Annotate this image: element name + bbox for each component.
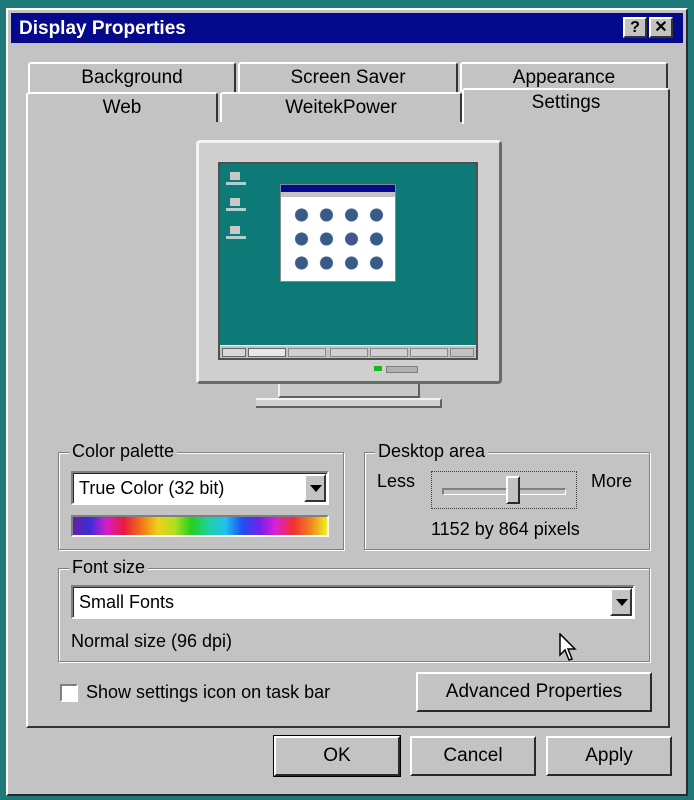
slider-track (442, 488, 566, 495)
preview-taskbar-item (330, 348, 368, 357)
preview-window-titlebar (281, 185, 395, 192)
desktop-area-group: Desktop area Less More 1152 by 864 pixel… (364, 441, 650, 550)
advanced-properties-button[interactable]: Advanced Properties (416, 672, 652, 712)
resolution-text: 1152 by 864 pixels (431, 519, 580, 539)
preview-taskbar-item (288, 348, 326, 357)
preview-taskbar-item (410, 348, 448, 357)
font-size-dropdown[interactable]: Small Fonts (71, 585, 635, 619)
resolution-slider[interactable] (431, 471, 577, 509)
monitor-preview (196, 140, 508, 408)
color-palette-dropdown[interactable]: True Color (32 bit) (71, 471, 329, 505)
monitor-base (256, 398, 442, 408)
tab-settings[interactable]: Settings (462, 88, 670, 124)
window-title: Display Properties (19, 18, 186, 39)
title-bar[interactable]: Display Properties ? ✕ (11, 13, 683, 43)
preview-clock (450, 348, 474, 357)
color-palette-value: True Color (32 bit) (79, 478, 225, 498)
desktop-icon (230, 198, 240, 206)
monitor-button (386, 366, 418, 373)
ok-button[interactable]: OK (273, 735, 401, 777)
desktop-icon-label (226, 236, 246, 239)
tab-weitekpower[interactable]: WeitekPower (220, 92, 462, 122)
cancel-button[interactable]: Cancel (410, 736, 536, 776)
slider-thumb[interactable] (505, 476, 520, 504)
monitor-screen (218, 162, 478, 360)
font-size-description: Normal size (96 dpi) (71, 631, 233, 651)
preview-window-icons (289, 203, 389, 275)
help-button[interactable]: ? (623, 17, 647, 38)
desktop-icon (230, 172, 240, 180)
less-label: Less (377, 471, 416, 491)
tab-background[interactable]: Background (28, 62, 236, 92)
font-size-label: Font size (69, 557, 149, 578)
font-size-group: Font size Small Fonts Normal size (96 dp… (58, 557, 650, 662)
close-button[interactable]: ✕ (649, 17, 673, 38)
desktop-icon (230, 226, 240, 234)
settings-panel: Color palette True Color (32 bit) Deskto… (26, 122, 670, 728)
apply-button[interactable]: Apply (546, 736, 672, 776)
preview-window (280, 184, 396, 282)
more-label: More (591, 471, 633, 491)
font-size-value: Small Fonts (79, 592, 175, 612)
preview-start-button (222, 348, 246, 357)
color-palette-group: Color palette True Color (32 bit) (58, 441, 344, 550)
monitor-neck (278, 384, 420, 398)
color-palette-label: Color palette (69, 441, 178, 462)
tab-screen-saver[interactable]: Screen Saver (238, 62, 458, 92)
desktop-icon-label (226, 208, 246, 211)
display-properties-window: Display Properties ? ✕ Background Screen… (6, 8, 688, 796)
chevron-down-icon[interactable] (610, 588, 632, 616)
power-led-icon (374, 366, 382, 371)
preview-taskbar-item (248, 348, 286, 357)
desktop-icon-label (226, 182, 246, 185)
chevron-down-icon[interactable] (304, 474, 326, 502)
preview-window-menubar (281, 192, 395, 197)
preview-taskbar-item (370, 348, 408, 357)
desktop-area-label: Desktop area (375, 441, 489, 462)
preview-taskbar (220, 345, 476, 358)
color-spectrum-bar (71, 515, 329, 537)
tab-web[interactable]: Web (26, 92, 218, 122)
taskbar-icon-checkbox-label[interactable]: Show settings icon on task bar (86, 682, 330, 703)
taskbar-icon-checkbox[interactable] (60, 684, 78, 702)
mouse-cursor-icon (559, 633, 577, 661)
